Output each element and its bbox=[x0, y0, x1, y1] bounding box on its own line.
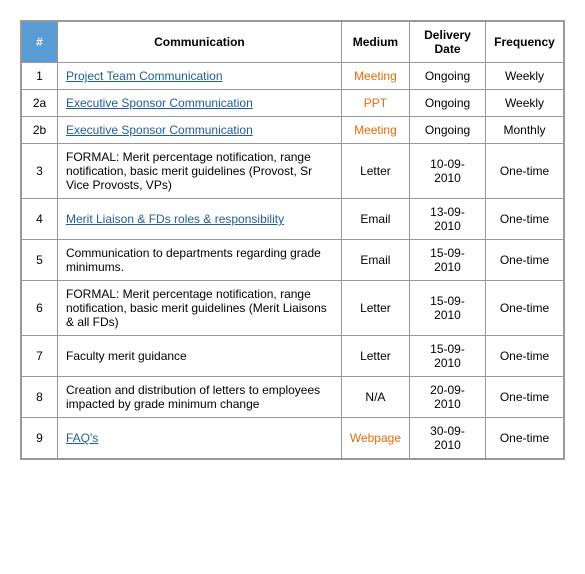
cell-delivery-date: 15-09-2010 bbox=[410, 281, 486, 336]
cell-delivery-date: Ongoing bbox=[410, 90, 486, 117]
cell-id: 4 bbox=[22, 199, 58, 240]
cell-frequency: One-time bbox=[486, 281, 564, 336]
cell-frequency: One-time bbox=[486, 418, 564, 459]
cell-communication: FORMAL: Merit percentage notification, r… bbox=[58, 144, 342, 199]
cell-frequency: One-time bbox=[486, 377, 564, 418]
cell-medium: N/A bbox=[341, 377, 409, 418]
cell-delivery-date: Ongoing bbox=[410, 63, 486, 90]
header-number: # bbox=[22, 22, 58, 63]
cell-frequency: One-time bbox=[486, 336, 564, 377]
table-row: 5Communication to departments regarding … bbox=[22, 240, 564, 281]
cell-frequency: One-time bbox=[486, 199, 564, 240]
cell-frequency: One-time bbox=[486, 144, 564, 199]
cell-delivery-date: Ongoing bbox=[410, 117, 486, 144]
cell-medium: PPT bbox=[341, 90, 409, 117]
cell-id: 9 bbox=[22, 418, 58, 459]
cell-id: 5 bbox=[22, 240, 58, 281]
table-row: 1Project Team CommunicationMeetingOngoin… bbox=[22, 63, 564, 90]
header-medium: Medium bbox=[341, 22, 409, 63]
cell-communication: Faculty merit guidance bbox=[58, 336, 342, 377]
cell-medium: Email bbox=[341, 199, 409, 240]
cell-id: 8 bbox=[22, 377, 58, 418]
table-row: 9FAQ'sWebpage30-09-2010One-time bbox=[22, 418, 564, 459]
cell-communication[interactable]: Project Team Communication bbox=[58, 63, 342, 90]
cell-delivery-date: 15-09-2010 bbox=[410, 240, 486, 281]
cell-medium: Letter bbox=[341, 144, 409, 199]
cell-communication[interactable]: Executive Sponsor Communication bbox=[58, 117, 342, 144]
cell-id: 6 bbox=[22, 281, 58, 336]
cell-delivery-date: 15-09-2010 bbox=[410, 336, 486, 377]
communication-table: # Communication Medium Delivery Date Fre… bbox=[20, 20, 565, 460]
cell-medium: Email bbox=[341, 240, 409, 281]
cell-id: 3 bbox=[22, 144, 58, 199]
table-header-row: # Communication Medium Delivery Date Fre… bbox=[22, 22, 564, 63]
table-row: 6FORMAL: Merit percentage notification, … bbox=[22, 281, 564, 336]
cell-communication: Communication to departments regarding g… bbox=[58, 240, 342, 281]
table-row: 8Creation and distribution of letters to… bbox=[22, 377, 564, 418]
cell-communication[interactable]: Executive Sponsor Communication bbox=[58, 90, 342, 117]
cell-id: 2b bbox=[22, 117, 58, 144]
cell-frequency: One-time bbox=[486, 240, 564, 281]
cell-frequency: Weekly bbox=[486, 90, 564, 117]
cell-delivery-date: 20-09-2010 bbox=[410, 377, 486, 418]
cell-medium: Webpage bbox=[341, 418, 409, 459]
table-row: 2aExecutive Sponsor CommunicationPPTOngo… bbox=[22, 90, 564, 117]
cell-delivery-date: 30-09-2010 bbox=[410, 418, 486, 459]
cell-medium: Letter bbox=[341, 336, 409, 377]
table-row: 4Merit Liaison & FDs roles & responsibil… bbox=[22, 199, 564, 240]
table-row: 7Faculty merit guidanceLetter15-09-2010O… bbox=[22, 336, 564, 377]
cell-delivery-date: 10-09-2010 bbox=[410, 144, 486, 199]
cell-frequency: Weekly bbox=[486, 63, 564, 90]
cell-medium: Meeting bbox=[341, 117, 409, 144]
header-communication: Communication bbox=[58, 22, 342, 63]
table-row: 3FORMAL: Merit percentage notification, … bbox=[22, 144, 564, 199]
cell-medium: Meeting bbox=[341, 63, 409, 90]
header-delivery-date: Delivery Date bbox=[410, 22, 486, 63]
cell-medium: Letter bbox=[341, 281, 409, 336]
cell-communication: Creation and distribution of letters to … bbox=[58, 377, 342, 418]
cell-communication[interactable]: FAQ's bbox=[58, 418, 342, 459]
table-row: 2bExecutive Sponsor CommunicationMeeting… bbox=[22, 117, 564, 144]
cell-communication: FORMAL: Merit percentage notification, r… bbox=[58, 281, 342, 336]
cell-id: 2a bbox=[22, 90, 58, 117]
cell-id: 7 bbox=[22, 336, 58, 377]
header-frequency: Frequency bbox=[486, 22, 564, 63]
cell-communication[interactable]: Merit Liaison & FDs roles & responsibili… bbox=[58, 199, 342, 240]
cell-delivery-date: 13-09-2010 bbox=[410, 199, 486, 240]
cell-id: 1 bbox=[22, 63, 58, 90]
cell-frequency: Monthly bbox=[486, 117, 564, 144]
